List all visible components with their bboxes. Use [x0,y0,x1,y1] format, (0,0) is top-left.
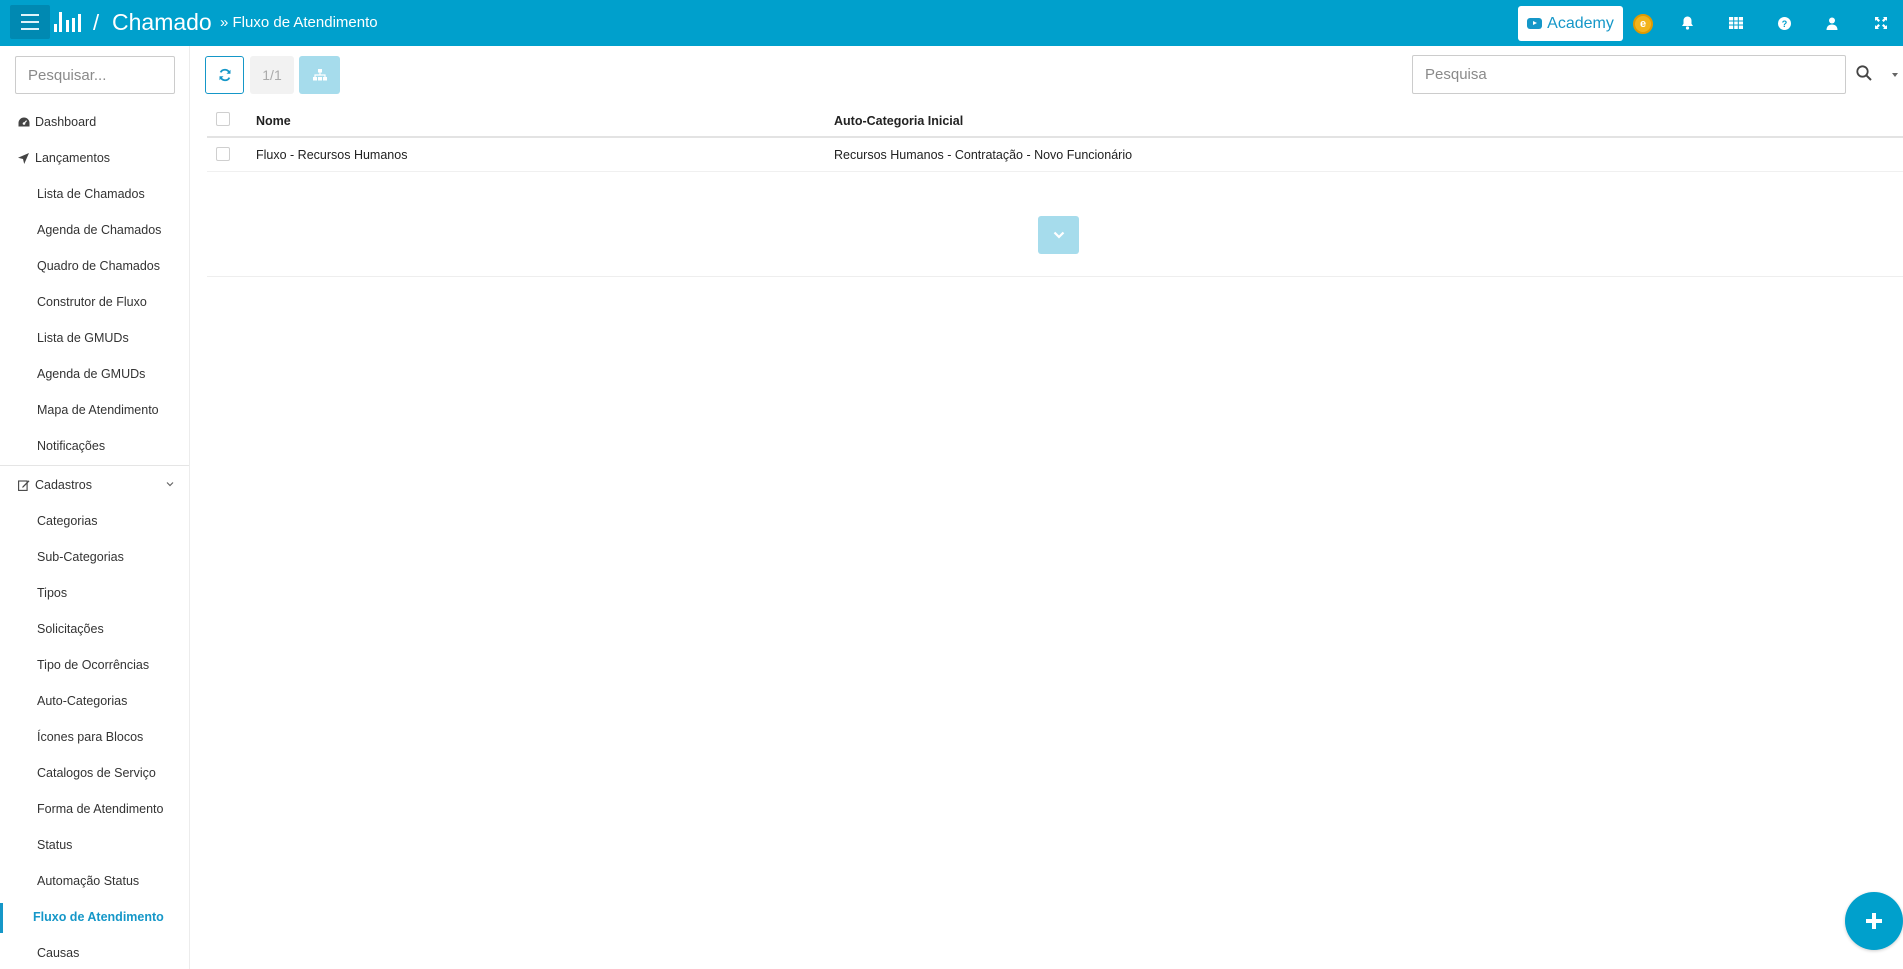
sidebar-item-label: Lançamentos [35,151,111,165]
fullscreen-icon[interactable] [1872,14,1890,32]
sidebar-item-lista-de-gmuds[interactable]: Lista de GMUDs [0,320,189,356]
sidebar-item-label: Auto-Categorias [37,694,128,708]
sidebar-item-tipos[interactable]: Tipos [0,575,189,611]
sidebar-search-input[interactable] [15,56,175,94]
column-header-auto-categoria[interactable]: Auto-Categoria Inicial [834,114,963,128]
bell-icon[interactable] [1678,14,1696,32]
sidebar-item-construtor-de-fluxo[interactable]: Construtor de Fluxo [0,284,189,320]
sidebar-item-status[interactable]: Status [0,827,189,863]
sidebar-item-label: Agenda de GMUDs [37,367,146,381]
sidebar-item-agenda-de-gmuds[interactable]: Agenda de GMUDs [0,356,189,392]
sidebar-item-icones-para-blocos[interactable]: Ícones para Blocos [0,719,189,755]
table-header: Nome Auto-Categoria Inicial [207,104,1903,138]
sidebar-item-fluxo-de-atendimento[interactable]: Fluxo de Atendimento [0,899,189,935]
cell-nome: Fluxo - Recursos Humanos [256,148,408,162]
breadcrumb-separator: / [93,10,100,35]
user-icon[interactable] [1823,14,1841,32]
app-title[interactable]: Chamado [112,9,212,36]
sidebar-item-label: Solicitações [37,622,104,636]
sidebar-item-label: Causas [37,946,80,960]
sidebar-item-lancamentos[interactable]: Lançamentos [0,140,189,176]
sidebar-item-catalogos-de-servico[interactable]: Catalogos de Serviço [0,755,189,791]
sidebar-item-solicitacoes[interactable]: Solicitações [0,611,189,647]
sidebar: Dashboard Lançamentos Lista de Chamados … [0,46,190,969]
svg-text:?: ? [1781,19,1787,29]
search-options-caret-icon[interactable] [1892,73,1898,77]
hierarchy-button[interactable] [299,56,340,94]
sidebar-item-agenda-de-chamados[interactable]: Agenda de Chamados [0,212,189,248]
chevron-down-icon [1053,231,1064,239]
sidebar-item-tipo-de-ocorrencias[interactable]: Tipo de Ocorrências [0,647,189,683]
sitemap-icon [312,69,327,81]
sidebar-item-label: Mapa de Atendimento [37,403,159,417]
coin-icon[interactable]: e [1633,14,1653,34]
sidebar-item-label: Ícones para Blocos [37,730,144,744]
help-icon[interactable]: ? [1775,14,1793,32]
sidebar-item-forma-de-atendimento[interactable]: Forma de Atendimento [0,791,189,827]
grid-icon[interactable] [1727,14,1745,32]
row-checkbox[interactable] [216,147,230,161]
location-arrow-icon [17,152,30,165]
cell-auto-categoria: Recursos Humanos - Contratação - Novo Fu… [834,148,1133,162]
sidebar-item-label: Dashboard [35,115,97,129]
sidebar-divider [0,465,189,466]
sidebar-item-automacao-status[interactable]: Automação Status [0,863,189,899]
flows-table: Nome Auto-Categoria Inicial Fluxo - Recu… [207,104,1903,172]
sidebar-item-label: Forma de Atendimento [37,802,164,816]
load-more-button[interactable] [1038,216,1079,254]
academy-label: Academy [1547,14,1614,32]
sidebar-item-label: Cadastros [35,478,92,492]
refresh-button[interactable] [205,56,244,94]
academy-button[interactable]: Academy [1518,6,1623,41]
search-icon[interactable] [1855,64,1873,82]
sidebar-item-label: Lista de Chamados [37,187,145,201]
chevron-down-icon [166,482,174,487]
sidebar-item-label: Notificações [37,439,106,453]
sidebar-item-quadro-de-chamados[interactable]: Quadro de Chamados [0,248,189,284]
sidebar-item-label: Status [37,838,73,852]
sidebar-item-label: Lista de GMUDs [37,331,129,345]
sidebar-item-label: Sub-Categorias [37,550,124,564]
table-divider [207,276,1903,277]
sidebar-item-categorias[interactable]: Categorias [0,503,189,539]
hamburger-menu-icon[interactable] [10,5,50,39]
sidebar-item-label: Agenda de Chamados [37,223,162,237]
sidebar-item-label: Quadro de Chamados [37,259,160,273]
sidebar-item-cadastros[interactable]: Cadastros [0,467,189,503]
sidebar-item-lista-de-chamados[interactable]: Lista de Chamados [0,176,189,212]
pagination-indicator: 1/1 [250,56,294,94]
logo-icon[interactable] [54,12,82,32]
sidebar-item-notificacoes[interactable]: Notificações [0,428,189,464]
main-search-input[interactable] [1412,55,1846,94]
sidebar-item-causas[interactable]: Causas [0,935,189,969]
select-all-checkbox[interactable] [216,112,230,126]
plus-icon [1866,913,1882,929]
sidebar-item-label: Tipo de Ocorrências [37,658,150,672]
edit-icon [17,479,30,492]
sidebar-item-label: Automação Status [37,874,140,888]
sidebar-item-dashboard[interactable]: Dashboard [0,104,189,140]
sidebar-item-label: Construtor de Fluxo [37,295,147,309]
sidebar-menu: Dashboard Lançamentos Lista de Chamados … [0,104,189,969]
column-header-nome[interactable]: Nome [256,114,291,128]
sidebar-item-auto-categorias[interactable]: Auto-Categorias [0,683,189,719]
sidebar-item-label: Catalogos de Serviço [37,766,156,780]
sidebar-item-label: Fluxo de Atendimento [33,910,164,924]
add-button[interactable] [1845,892,1903,950]
youtube-icon [1527,18,1543,29]
top-navbar: / Chamado » Fluxo de Atendimento Academy… [0,0,1903,46]
sidebar-item-sub-categorias[interactable]: Sub-Categorias [0,539,189,575]
dashboard-icon [17,116,30,129]
refresh-icon [219,68,230,82]
breadcrumb: » Fluxo de Atendimento [220,14,378,31]
sidebar-item-label: Tipos [37,586,68,600]
sidebar-item-label: Categorias [37,514,98,528]
table-row[interactable]: Fluxo - Recursos Humanos Recursos Humano… [207,138,1903,172]
sidebar-item-mapa-de-atendimento[interactable]: Mapa de Atendimento [0,392,189,428]
